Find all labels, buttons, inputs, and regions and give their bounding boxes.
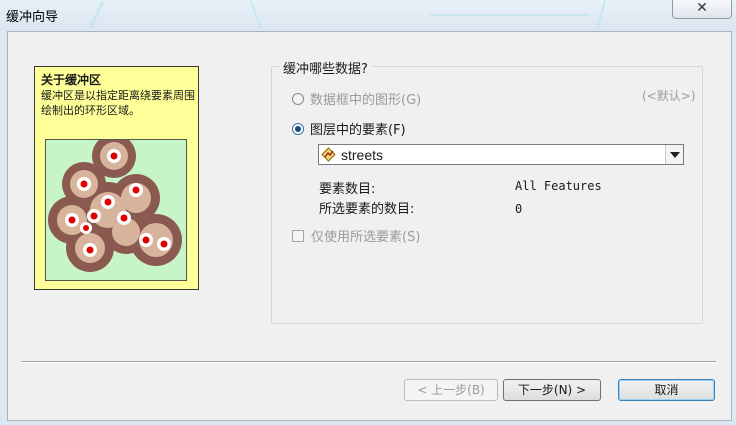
close-button[interactable]: ✕ (672, 0, 732, 19)
radio-layer-option[interactable]: 图层中的要素(F) (292, 119, 406, 138)
background-map-line (430, 14, 590, 16)
default-hint: (<默认>) (642, 89, 696, 103)
selected-count-label: 所选要素的数目: (319, 202, 415, 217)
wizard-dialog: 关于缓冲区 缓冲区是以指定距离绕要素周围绘制出的环形区域。 缓冲哪些数据? 数据… (7, 31, 732, 421)
chevron-down-icon[interactable] (665, 145, 683, 164)
use-selected-option[interactable]: 仅使用所选要素(S) (292, 226, 420, 245)
feature-count-value: All Features (515, 179, 602, 193)
info-panel-heading: 关于缓冲区 (41, 73, 102, 87)
radio-layer-label: 图层中的要素(F) (310, 123, 406, 138)
background-map-line (88, 0, 105, 30)
cancel-button[interactable]: 取消 (618, 379, 715, 401)
layer-select-value: streets (341, 147, 384, 163)
next-button[interactable]: 下一步(N) > (503, 379, 601, 401)
title-bar: 缓冲向导 ✕ (0, 0, 736, 30)
back-button[interactable]: < 上一步(B) (404, 379, 498, 401)
background-map-line (249, 0, 263, 30)
background-map-line (596, 0, 606, 30)
use-selected-checkbox[interactable] (292, 229, 304, 242)
line-layer-icon (321, 147, 336, 162)
layer-select[interactable]: streets (318, 144, 684, 165)
window-title: 缓冲向导 (6, 10, 59, 25)
radio-graphics-label: 数据框中的图形(G) (310, 93, 422, 108)
group-label: 缓冲哪些数据? (279, 58, 372, 77)
button-separator (21, 361, 716, 363)
feature-count-label: 要素数目: (319, 182, 376, 197)
info-panel-description: 缓冲区是以指定距离绕要素周围绘制出的环形区域。 (41, 89, 195, 117)
buffer-illustration (45, 139, 187, 281)
info-panel: 关于缓冲区 缓冲区是以指定距离绕要素周围绘制出的环形区域。 (34, 66, 199, 290)
radio-graphics-option[interactable]: 数据框中的图形(G) (292, 89, 421, 108)
selected-count-value: 0 (515, 202, 523, 216)
close-icon: ✕ (696, 0, 708, 16)
radio-layer[interactable] (292, 122, 304, 135)
radio-graphics[interactable] (292, 92, 304, 105)
buffer-illustration-graphic (48, 140, 182, 272)
use-selected-label: 仅使用所选要素(S) (311, 230, 421, 245)
